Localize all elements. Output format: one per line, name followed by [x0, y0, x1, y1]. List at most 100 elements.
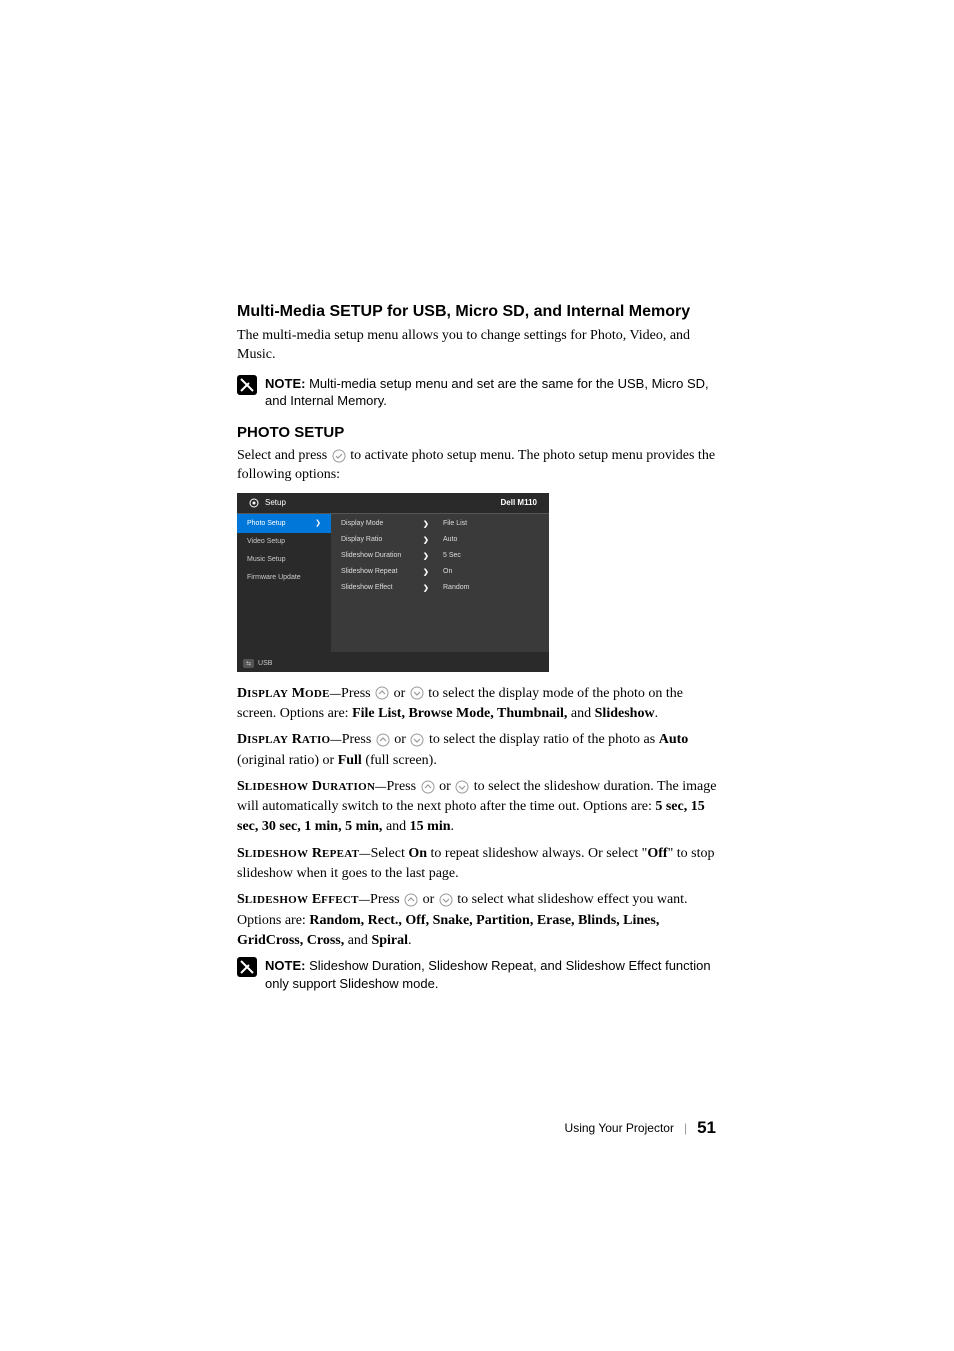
text-part: and — [386, 819, 410, 834]
option: On — [408, 846, 427, 861]
osd-row-value: File List — [443, 520, 467, 527]
label-part: R — [308, 846, 322, 861]
label-part: LIDESHOW — [245, 894, 309, 906]
chevron-right-icon: ❯ — [423, 536, 443, 544]
label-part: ODE— — [305, 688, 341, 700]
osd-row-value: On — [443, 568, 452, 575]
label-part: D — [308, 779, 322, 794]
intro-text: The multi-media setup menu allows you to… — [237, 327, 717, 365]
note-text-2: NOTE: Slideshow Duration, Slideshow Repe… — [265, 957, 717, 992]
gear-icon — [249, 498, 259, 508]
label-part: EPEAT— — [322, 848, 371, 860]
section-heading: Multi-Media SETUP for USB, Micro SD, and… — [237, 303, 717, 321]
osd-footer-label: USB — [258, 660, 272, 667]
osd-main: Display Mode❯File List Display Ratio❯Aut… — [331, 514, 549, 652]
text-part: (original ratio) or — [237, 753, 338, 768]
chevron-right-icon: ❯ — [423, 520, 443, 528]
display-ratio-desc: DISPLAY RATIO—Press or to select the dis… — [237, 730, 717, 771]
sidebar-item-firmware-update: Firmware Update — [237, 569, 331, 587]
label-part: M — [288, 686, 305, 701]
slideshow-effect-desc: SLIDESHOW EFFECT—Press or to select what… — [237, 890, 717, 951]
option: Full — [338, 753, 362, 768]
chevron-right-icon: ❯ — [423, 552, 443, 560]
label-part: LIDESHOW — [245, 848, 309, 860]
text-part: Press — [341, 686, 374, 701]
osd-row: Display Mode❯File List — [331, 516, 549, 532]
osd-row-value: Auto — [443, 536, 457, 543]
osd-row: Slideshow Repeat❯On — [331, 564, 549, 580]
label-part: D — [237, 686, 247, 701]
text-part: or — [391, 732, 410, 747]
text-part: . — [451, 819, 455, 834]
note-row-1: NOTE: Multi-media setup menu and set are… — [237, 375, 717, 410]
photo-setup-intro: Select and press to activate photo setup… — [237, 447, 717, 485]
osd-screenshot: Setup Dell M110 Photo Setup ❯ Video Setup… — [237, 493, 549, 672]
osd-sidebar: Photo Setup ❯ Video Setup Music Setup Fir… — [237, 514, 331, 652]
osd-row-label: Display Mode — [341, 520, 423, 527]
text-part: Press — [387, 779, 420, 794]
label-part: LIDESHOW — [245, 781, 309, 793]
label-part: S — [237, 846, 245, 861]
osd-row: Slideshow Effect❯Random — [331, 580, 549, 596]
up-icon — [375, 686, 389, 700]
usb-badge: ⇆ — [243, 659, 254, 668]
osd-row-value: 5 Sec — [443, 552, 461, 559]
osd-row-label: Display Ratio — [341, 536, 423, 543]
footer-section: Using Your Projector — [565, 1121, 674, 1135]
text-part: to select the display ratio of the photo… — [425, 732, 658, 747]
chevron-right-icon: ❯ — [423, 568, 443, 576]
note-icon — [237, 375, 257, 395]
osd-row-label: Slideshow Repeat — [341, 568, 423, 575]
check-icon — [332, 449, 346, 463]
sidebar-item-video-setup: Video Setup — [237, 533, 331, 551]
osd-row: Slideshow Duration❯5 Sec — [331, 548, 549, 564]
osd-brand: Dell M110 — [501, 498, 537, 507]
up-icon — [404, 893, 418, 907]
text-part: (full screen). — [362, 753, 437, 768]
text-part: or — [436, 779, 455, 794]
label-part: URATION— — [322, 781, 387, 793]
option-last: Spiral — [371, 933, 408, 948]
label-part: S — [237, 892, 245, 907]
chevron-right-icon: ❯ — [423, 584, 443, 592]
text-part: Select — [371, 846, 409, 861]
osd-title: Setup — [265, 498, 286, 507]
sidebar-label: Photo Setup — [247, 520, 286, 527]
text-part: or — [419, 892, 438, 907]
label-part: E — [308, 892, 321, 907]
down-icon — [439, 893, 453, 907]
note-body: Multi-media setup menu and set are the s… — [265, 376, 709, 409]
sidebar-item-music-setup: Music Setup — [237, 551, 331, 569]
down-icon — [455, 780, 469, 794]
text-part: Press — [370, 892, 403, 907]
note-icon — [237, 957, 257, 977]
osd-row: Display Ratio❯Auto — [331, 532, 549, 548]
osd-footer: ⇆ USB — [243, 659, 272, 668]
options: File List, Browse Mode, Thumbnail, — [352, 706, 571, 721]
footer-page-number: 51 — [697, 1118, 716, 1138]
down-icon — [410, 733, 424, 747]
footer-divider: | — [684, 1121, 687, 1135]
text-part: . — [408, 933, 412, 948]
photo-setup-heading: PHOTO SETUP — [237, 424, 717, 441]
text-part: . — [655, 706, 659, 721]
note-text-1: NOTE: Multi-media setup menu and set are… — [265, 375, 717, 410]
label-part: ATIO— — [302, 734, 342, 746]
option: Off — [647, 846, 667, 861]
option: Auto — [659, 732, 689, 747]
note-row-2: NOTE: Slideshow Duration, Slideshow Repe… — [237, 957, 717, 992]
note-body: Slideshow Duration, Slideshow Repeat, an… — [265, 958, 711, 991]
option-last: 15 min — [410, 819, 451, 834]
note-label: NOTE: — [265, 958, 305, 973]
label-part: ISPLAY — [247, 688, 288, 700]
up-icon — [376, 733, 390, 747]
slideshow-repeat-desc: SLIDESHOW REPEAT—Select On to repeat sli… — [237, 844, 717, 885]
osd-header: Setup Dell M110 — [237, 493, 549, 514]
chevron-right-icon: ❯ — [315, 519, 321, 527]
osd-row-value: Random — [443, 584, 469, 591]
sidebar-item-photo-setup: Photo Setup ❯ — [237, 514, 331, 533]
up-icon — [421, 780, 435, 794]
label-part: S — [237, 779, 245, 794]
osd-row-label: Slideshow Effect — [341, 584, 423, 591]
page-footer: Using Your Projector | 51 — [565, 1118, 716, 1138]
